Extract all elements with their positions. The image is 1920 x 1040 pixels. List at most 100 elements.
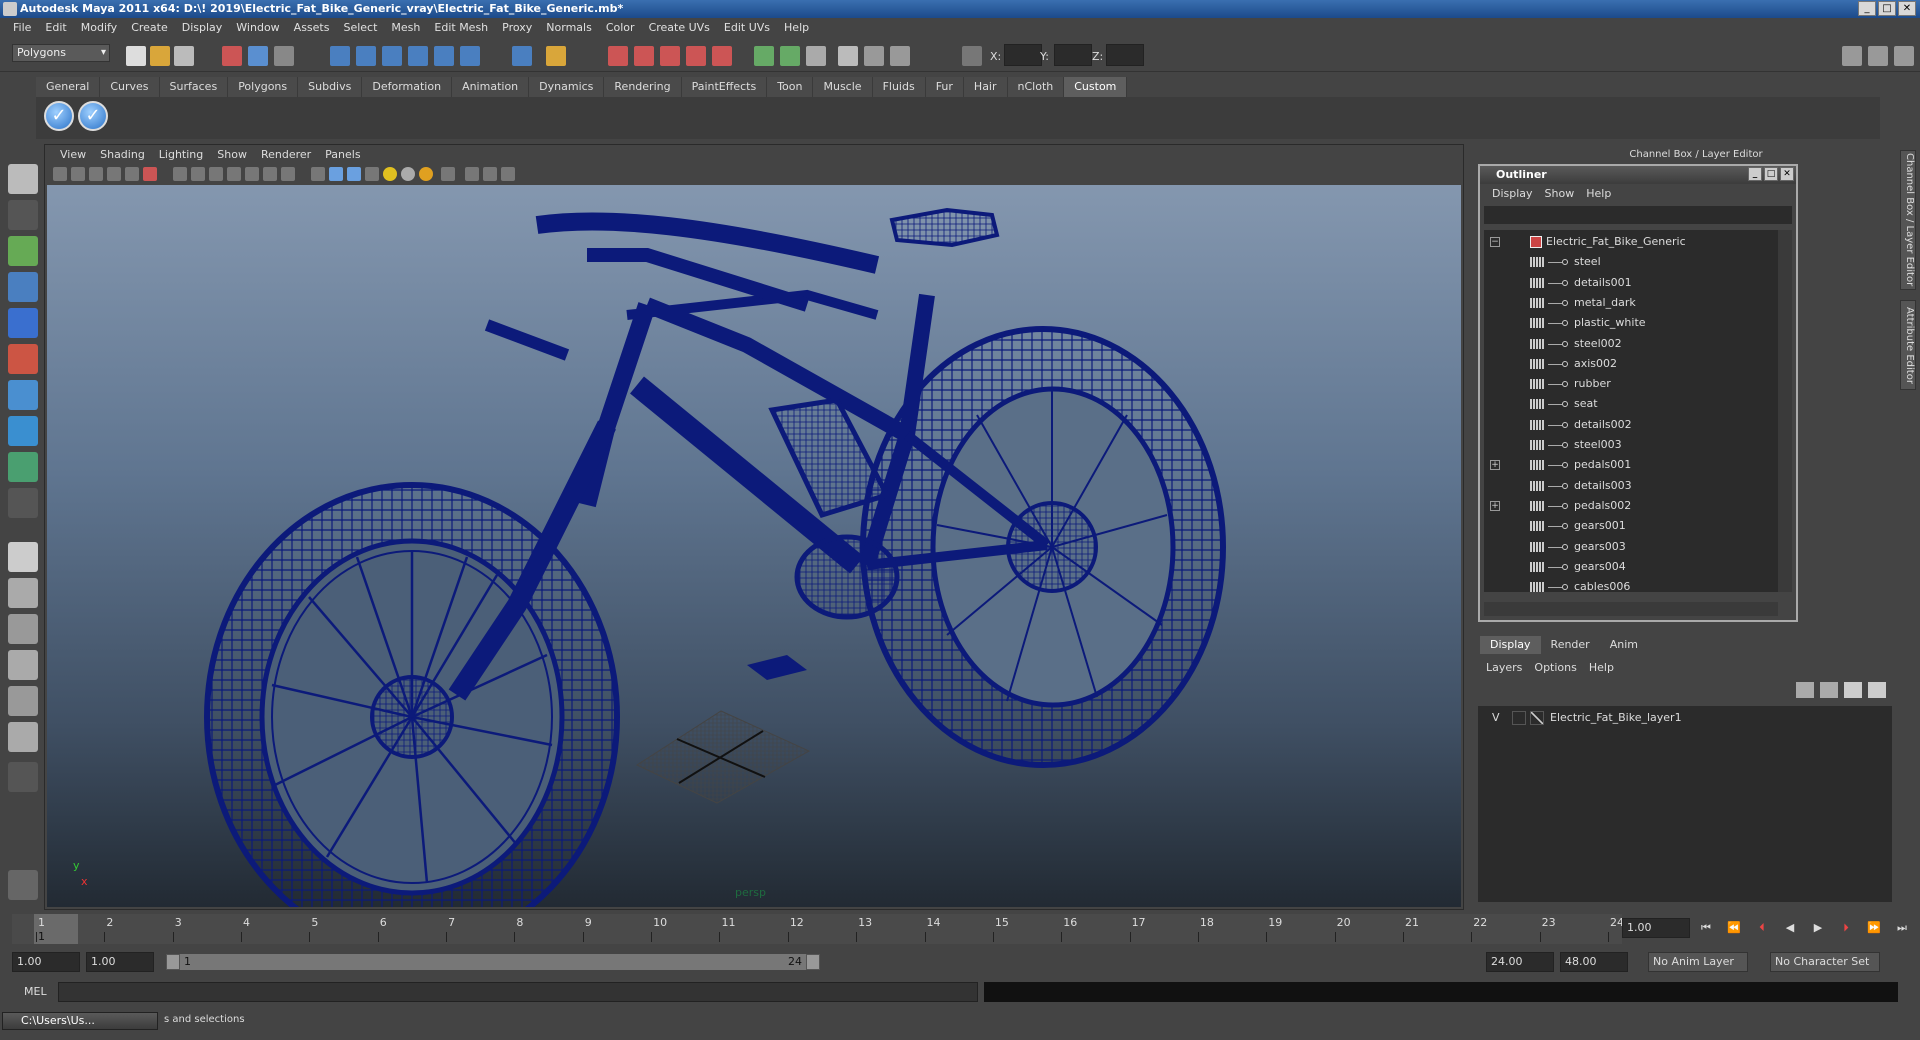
camera-attributes-icon[interactable] — [71, 167, 85, 181]
render-settings-icon[interactable] — [686, 46, 706, 66]
select-tool-icon[interactable] — [8, 164, 38, 194]
wireframe-icon[interactable] — [311, 167, 325, 181]
history-icon[interactable] — [460, 46, 480, 66]
layer-menu-layers[interactable]: Layers — [1480, 658, 1528, 678]
shelf-tab-subdivs[interactable]: Subdivs — [298, 77, 363, 97]
expand-icon[interactable]: + — [1490, 460, 1500, 471]
isolate-select-icon[interactable] — [441, 167, 455, 181]
time-slider[interactable]: 1 2 3 4 5 6 7 8 9 10 11 12 13 14 15 16 17 18 19 20 21 22 23 24 1 — [12, 914, 1624, 944]
menu-file[interactable]: File — [6, 18, 38, 38]
menu-mesh[interactable]: Mesh — [384, 18, 427, 38]
soft-mod-icon[interactable] — [8, 416, 38, 446]
shelf-tab-dynamics[interactable]: Dynamics — [529, 77, 605, 97]
layer-template-toggle[interactable] — [1512, 711, 1526, 725]
universal-manip-icon[interactable] — [8, 380, 38, 410]
outliner-minimize-button[interactable]: _ — [1748, 167, 1762, 181]
image-plane-icon[interactable] — [107, 167, 121, 181]
outliner-item[interactable]: steel — [1484, 252, 1778, 272]
film-gate-icon[interactable] — [191, 167, 205, 181]
hud-icon[interactable] — [501, 167, 515, 181]
camera-tools-icon[interactable] — [890, 46, 910, 66]
outliner-item[interactable]: metal_dark — [1484, 293, 1778, 313]
outliner-menu-show[interactable]: Show — [1539, 184, 1581, 204]
toolbox-more-icon[interactable] — [8, 762, 38, 792]
shelf-tab-rendering[interactable]: Rendering — [604, 77, 682, 97]
go-to-end-icon[interactable]: ⏭ — [1890, 918, 1914, 938]
playback-end-field[interactable]: 24.00 — [1486, 952, 1554, 972]
shelf-tab-curves[interactable]: Curves — [100, 77, 160, 97]
move-up-layer-icon[interactable] — [1844, 682, 1862, 698]
paint-select-tool-icon[interactable] — [8, 236, 38, 266]
shelf-tab-general[interactable]: General — [36, 77, 101, 97]
shelf-tab-fur[interactable]: Fur — [925, 77, 964, 97]
hypershade-layout-icon[interactable] — [8, 686, 38, 716]
sound-icon[interactable] — [806, 46, 826, 66]
panel-menu-shading[interactable]: Shading — [93, 145, 152, 165]
field-chart-icon[interactable] — [245, 167, 259, 181]
outliner-item[interactable]: steel003 — [1484, 435, 1778, 455]
character-set-selector[interactable]: No Character Set — [1770, 952, 1880, 972]
lock-icon[interactable] — [546, 46, 566, 66]
x-ray-joints-icon[interactable] — [483, 167, 497, 181]
panel-menu-lighting[interactable]: Lighting — [152, 145, 210, 165]
lasso-tool-icon[interactable] — [8, 200, 38, 230]
shelf-tab-toon[interactable]: Toon — [767, 77, 814, 97]
move-down-layer-icon[interactable] — [1868, 682, 1886, 698]
attr-toggle-icon[interactable] — [1894, 46, 1914, 66]
menu-edit[interactable]: Edit — [38, 18, 73, 38]
expand-icon[interactable]: + — [1490, 500, 1500, 511]
wireframe-on-shaded-icon[interactable] — [347, 167, 361, 181]
shelf-tab-muscle[interactable]: Muscle — [813, 77, 873, 97]
use-all-lights-icon[interactable] — [383, 167, 397, 181]
custom-shelf-button-1[interactable]: ✓ — [44, 101, 74, 131]
collapse-icon[interactable]: − — [1490, 237, 1500, 247]
play-forwards-icon[interactable]: ▶ — [1806, 918, 1830, 938]
outliner-item[interactable]: steel002 — [1484, 334, 1778, 354]
step-forward-frame-icon[interactable]: ⏵ — [1834, 918, 1858, 938]
z-field[interactable] — [1106, 44, 1144, 66]
paint-brush-icon[interactable] — [8, 870, 38, 900]
outliner-root-item[interactable]: − Electric_Fat_Bike_Generic — [1484, 232, 1778, 252]
range-bar[interactable]: 1 24 — [166, 954, 820, 970]
shelf-tab-custom[interactable]: Custom — [1064, 77, 1128, 97]
grease-pencil-icon[interactable] — [143, 167, 157, 181]
output-ops-icon[interactable] — [780, 46, 800, 66]
scale-tool-icon[interactable] — [8, 344, 38, 374]
default-light-icon[interactable] — [419, 167, 433, 181]
outliner-layout-icon[interactable] — [8, 614, 38, 644]
sidebar-toggle-icon[interactable] — [1868, 46, 1888, 66]
menu-normals[interactable]: Normals — [539, 18, 599, 38]
menu-help[interactable]: Help — [777, 18, 816, 38]
close-button[interactable]: ✕ — [1898, 1, 1916, 16]
outliner-item[interactable]: seat — [1484, 394, 1778, 414]
shelf-tab-polygons[interactable]: Polygons — [228, 77, 299, 97]
render-view-icon[interactable] — [608, 46, 628, 66]
shelf-tab-deformation[interactable]: Deformation — [362, 77, 453, 97]
step-forward-key-icon[interactable]: ⏩ — [1862, 918, 1886, 938]
range-end-handle[interactable] — [806, 954, 820, 970]
rotate-tool-icon[interactable] — [8, 308, 38, 338]
transform-mode-icon[interactable] — [962, 46, 982, 66]
safe-title-icon[interactable] — [281, 167, 295, 181]
snap-point-icon[interactable] — [382, 46, 402, 66]
outliner-item[interactable]: + pedals001 — [1484, 455, 1778, 475]
menu-edit-uvs[interactable]: Edit UVs — [717, 18, 777, 38]
new-layer-selected-icon[interactable] — [1820, 682, 1838, 698]
select-by-component-icon[interactable] — [274, 46, 294, 66]
grid-icon[interactable] — [173, 167, 187, 181]
panel-menu-renderer[interactable]: Renderer — [254, 145, 318, 165]
panel-menu-show[interactable]: Show — [210, 145, 254, 165]
attribute-editor-vtab[interactable]: Attribute Editor — [1900, 300, 1916, 390]
ipr-render-icon[interactable] — [660, 46, 680, 66]
perspective-viewport[interactable]: y x persp — [47, 185, 1461, 907]
layout-toggle-icon[interactable] — [1842, 46, 1862, 66]
save-scene-icon[interactable] — [174, 46, 194, 66]
layer-color-swatch[interactable] — [1530, 711, 1544, 725]
channel-box-vtab[interactable]: Channel Box / Layer Editor — [1900, 150, 1916, 290]
move-tool-icon[interactable] — [8, 272, 38, 302]
shelf-tab-fluids[interactable]: Fluids — [872, 77, 926, 97]
shelf-tab-hair[interactable]: Hair — [963, 77, 1008, 97]
show-manip-icon[interactable] — [8, 452, 38, 482]
go-to-start-icon[interactable]: ⏮ — [1694, 918, 1718, 938]
maximize-button[interactable]: □ — [1878, 1, 1896, 16]
